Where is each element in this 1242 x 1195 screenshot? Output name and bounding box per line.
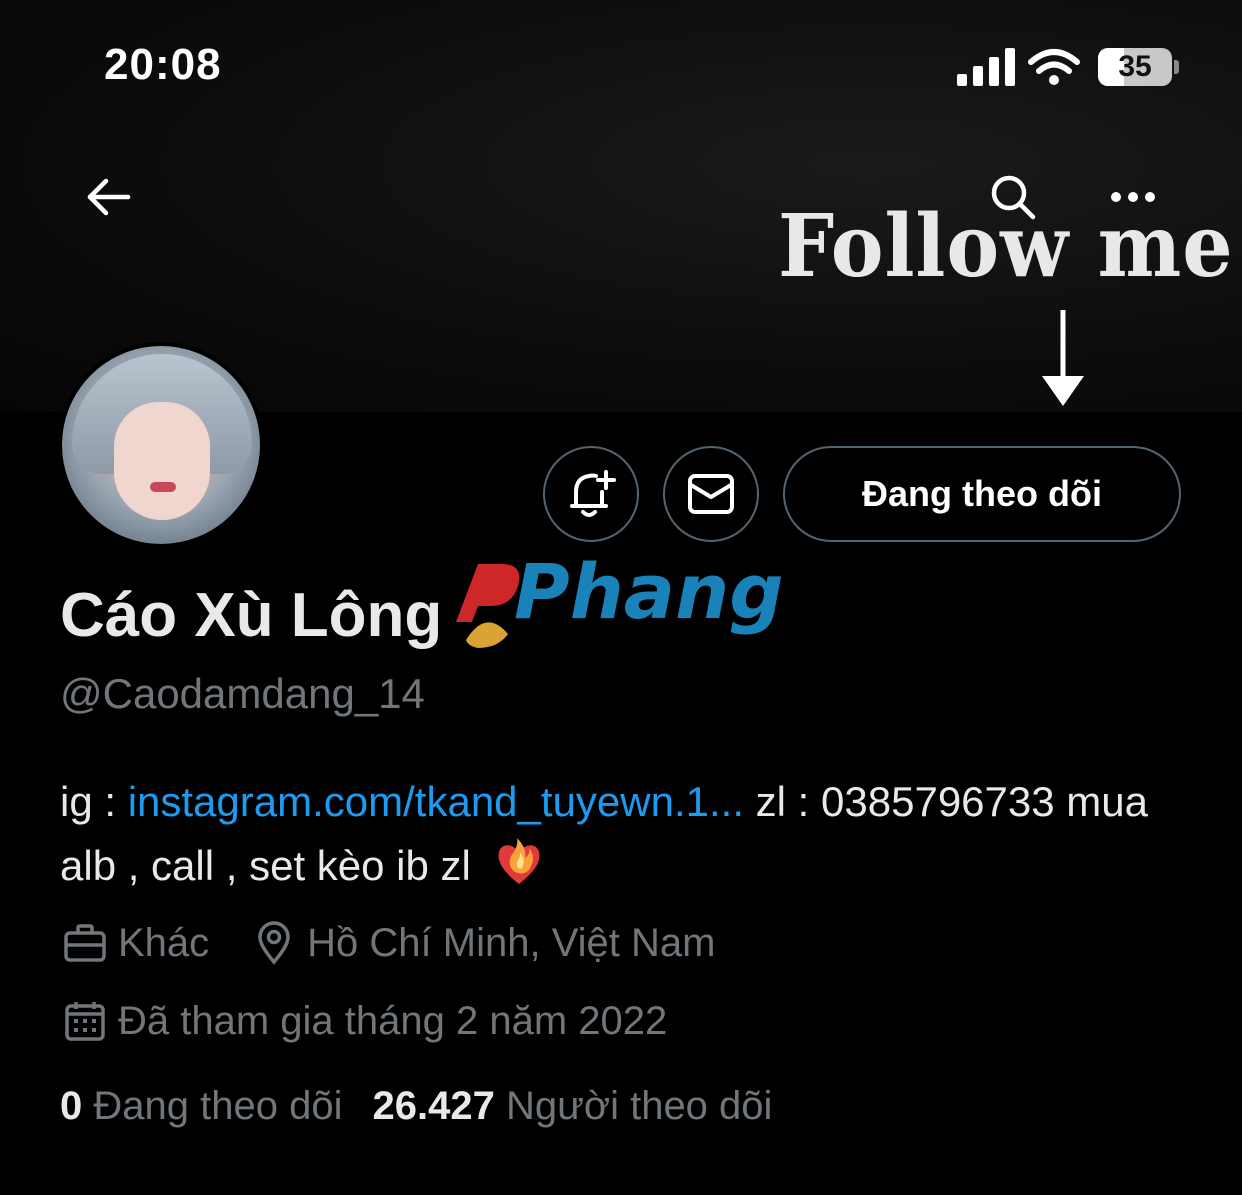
battery-cap: [1174, 60, 1179, 74]
joined-row: Đã tham gia tháng 2 năm 2022: [60, 996, 667, 1046]
calendar-icon: [60, 996, 110, 1046]
message-button[interactable]: [663, 446, 759, 542]
more-icon: [1111, 192, 1155, 202]
category-item: Khác: [60, 918, 209, 968]
location-item: Hồ Chí Minh, Việt Nam: [249, 918, 715, 968]
wifi-icon: [1028, 49, 1080, 74]
mail-icon: [688, 474, 734, 514]
display-name: Cáo Xù Lông: [60, 581, 443, 650]
back-button[interactable]: [74, 162, 144, 232]
back-arrow-icon: [87, 178, 131, 216]
profile-meta-row: Khác Hồ Chí Minh, Việt Nam: [60, 918, 755, 968]
following-label: Đang theo dõi: [93, 1084, 343, 1128]
location-label: Hồ Chí Minh, Việt Nam: [307, 920, 716, 965]
notification-button[interactable]: [543, 446, 639, 542]
bio-link[interactable]: instagram.com/tkand_tuyewn.1...: [128, 778, 744, 825]
bio: ig : instagram.com/tkand_tuyewn.1... zl …: [60, 770, 1180, 898]
search-icon: [991, 175, 1036, 220]
status-time: 20:08: [104, 40, 222, 89]
following-button[interactable]: Đang theo dõi: [783, 446, 1181, 542]
joined-label: Đã tham gia tháng 2 năm 2022: [118, 998, 668, 1043]
banner-arrow-icon: [1042, 310, 1084, 406]
followers-stat[interactable]: 26.427 Người theo dõi: [372, 1084, 772, 1129]
avatar[interactable]: [58, 342, 264, 548]
follow-stats: 0 Đang theo dõi 26.427 Người theo dõi: [60, 1084, 802, 1129]
bio-prefix: ig :: [60, 778, 128, 825]
following-stat[interactable]: 0 Đang theo dõi: [60, 1084, 342, 1129]
followers-label: Người theo dõi: [505, 1084, 773, 1128]
following-count: 0: [60, 1084, 83, 1128]
category-label: Khác: [118, 920, 210, 965]
location-pin-icon: [249, 918, 299, 968]
briefcase-icon: [60, 918, 110, 968]
signal-icon: [957, 48, 1015, 86]
more-button[interactable]: [1098, 162, 1168, 232]
watermark-text: Phang: [514, 548, 784, 636]
battery-icon: 35: [1098, 48, 1172, 86]
watermark-logo: Phang: [456, 548, 784, 648]
handle: @Caodamdang_14: [60, 670, 425, 717]
heart-on-fire-icon: [498, 838, 539, 884]
search-button[interactable]: [978, 162, 1048, 232]
followers-count: 26.427: [372, 1084, 495, 1128]
bell-plus-icon: [570, 470, 616, 517]
